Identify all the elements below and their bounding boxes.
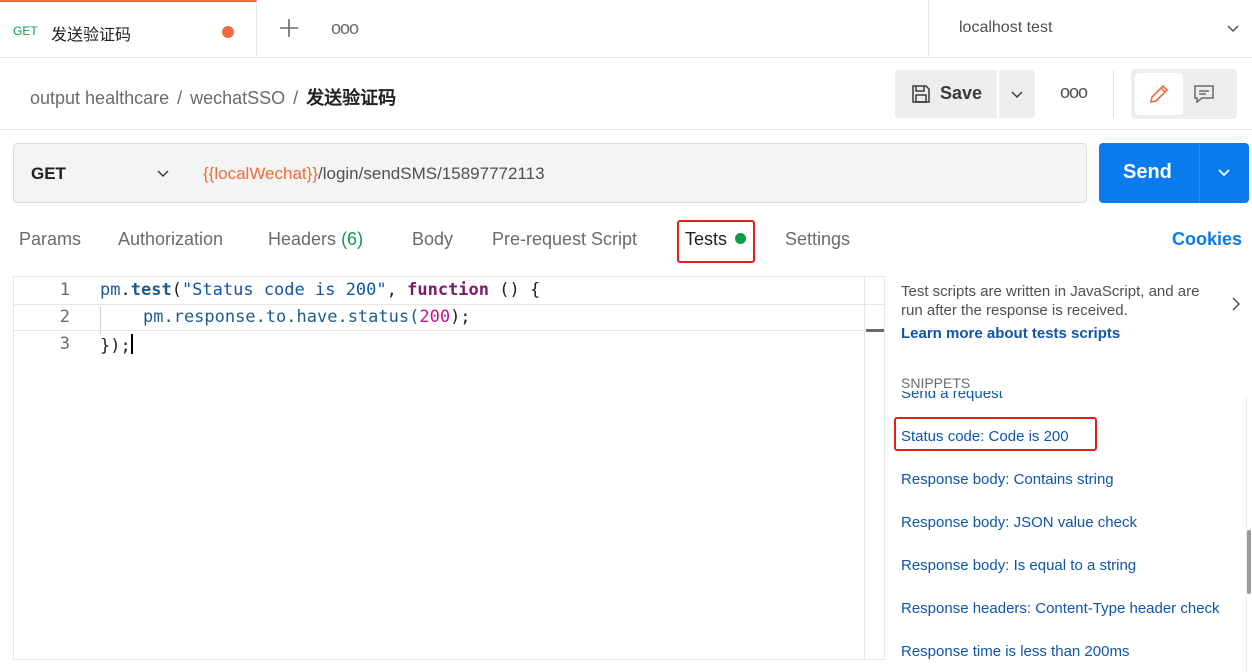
chevron-right-icon[interactable] [1230, 296, 1242, 312]
snippet-item[interactable]: Response body: Contains string [901, 471, 1114, 488]
breadcrumb-collection[interactable]: wechatSSO [190, 88, 285, 108]
breadcrumb-workspace[interactable]: output healthcare [30, 88, 169, 108]
tab-method-label: GET [13, 24, 38, 38]
breadcrumb-request[interactable]: 发送验证码 [306, 88, 396, 108]
url-text: {{localWechat}}/login/sendSMS/1589777211… [203, 164, 545, 184]
plus-icon[interactable] [278, 17, 300, 39]
breadcrumb-separator: / [177, 88, 183, 108]
learn-more-link[interactable]: Learn more about tests scripts [901, 325, 1120, 342]
divider [1113, 70, 1114, 118]
code-line: 3 }); [14, 331, 864, 358]
request-header: output healthcare / wechatSSO / 发送验证码 Save o… [0, 58, 1252, 130]
url-input[interactable]: {{localWechat}}/login/sendSMS/1589777211… [186, 143, 1087, 203]
breadcrumb: output healthcare / wechatSSO / 发送验证码 [30, 84, 396, 110]
snippets-description: Test scripts are written in JavaScript, … [901, 283, 1200, 319]
headers-count: (6) [341, 229, 364, 249]
code-text: }); [100, 334, 133, 356]
snippet-item[interactable]: Response time is less than 200ms [901, 643, 1129, 660]
editor-scrollbar-track [864, 277, 865, 659]
url-path: /login/sendSMS/15897772113 [318, 164, 545, 183]
tab-prerequest-script[interactable]: Pre-request Script [492, 229, 637, 250]
code-line-active: 2 pm.response.to.have.status(200); [14, 304, 884, 331]
save-label: Save [940, 83, 983, 103]
environment-label: localhost test [959, 19, 1053, 36]
text-cursor [130, 334, 133, 354]
method-label: GET [31, 164, 66, 183]
cookies-link[interactable]: Cookies [1172, 229, 1242, 250]
line-number: 2 [59, 307, 70, 327]
tab-headers[interactable]: Headers (6) [268, 229, 363, 250]
chevron-down-icon [1011, 91, 1023, 99]
snippets-heading: SNIPPETS [901, 375, 971, 391]
tab-body[interactable]: Body [412, 229, 453, 250]
snippet-item[interactable]: Response body: JSON value check [901, 514, 1137, 531]
view-mode-group [1131, 69, 1237, 119]
chevron-down-icon [157, 170, 169, 178]
more-actions-icon[interactable]: ooo [1060, 82, 1088, 103]
tab-authorization[interactable]: Authorization [118, 229, 223, 250]
breadcrumb-separator: / [293, 88, 299, 108]
snippet-highlight [894, 417, 1097, 451]
edit-mode-button[interactable] [1135, 73, 1183, 115]
environment-select[interactable]: localhost test [928, 0, 1252, 58]
url-variable: {{localWechat}} [203, 164, 318, 183]
save-options-button[interactable] [999, 70, 1035, 118]
tests-script-editor[interactable]: 1 pm.test("Status code is 200", function… [13, 276, 885, 660]
snippet-item[interactable]: Response body: Is equal to a string [901, 557, 1136, 574]
divider [1199, 143, 1200, 203]
comment-icon[interactable] [1193, 83, 1215, 105]
pencil-icon [1149, 84, 1169, 104]
tab-headers-label: Headers [268, 229, 337, 249]
snippets-panel: Test scripts are written in JavaScript, … [886, 276, 1252, 672]
request-tab[interactable]: GET 发送验证码 [0, 0, 257, 58]
tab-params[interactable]: Params [19, 229, 81, 250]
snippet-item[interactable]: Response headers: Content-Type header ch… [901, 600, 1220, 617]
save-icon [912, 85, 930, 103]
chevron-down-icon [1227, 25, 1239, 33]
tab-title: 发送验证码 [51, 27, 132, 44]
send-label: Send [1123, 161, 1172, 183]
send-button[interactable]: Send [1099, 143, 1249, 203]
unsaved-changes-dot [222, 26, 234, 38]
save-button[interactable]: Save [895, 70, 997, 118]
more-tabs-icon[interactable]: ooo [331, 18, 359, 39]
tab-settings[interactable]: Settings [785, 229, 850, 250]
snippets-scrollbar-thumb[interactable] [1247, 530, 1251, 594]
code-text: pm.test("Status code is 200", function (… [100, 280, 541, 300]
line-number: 1 [59, 280, 70, 300]
chevron-down-icon[interactable] [1217, 166, 1231, 180]
method-select[interactable]: GET [13, 143, 187, 203]
line-number: 3 [59, 334, 70, 354]
code-text: pm.response.to.have.status(200); [143, 307, 471, 327]
editor-scrollbar-thumb[interactable] [866, 329, 884, 332]
code-line: 1 pm.test("Status code is 200", function… [14, 277, 864, 304]
tests-tab-highlight [677, 220, 755, 263]
request-tab-bar: GET 发送验证码 ooo localhost test [0, 0, 1252, 58]
indent-guide [100, 307, 101, 334]
